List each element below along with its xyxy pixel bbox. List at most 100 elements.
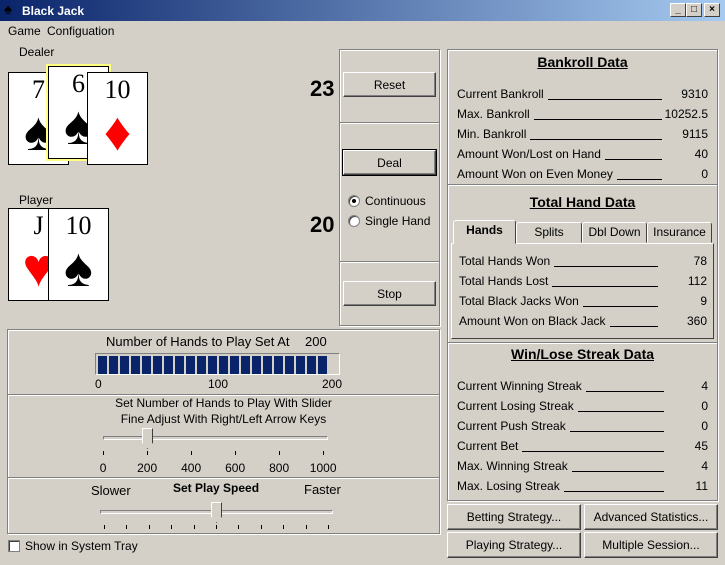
slider-tick-label: 800 <box>269 461 290 475</box>
continuous-radio[interactable] <box>348 195 360 207</box>
progress-segment <box>153 356 162 374</box>
continuous-label: Continuous <box>365 194 426 208</box>
progress-segment <box>98 356 107 374</box>
dealer-total: 23 <box>310 76 335 101</box>
progress-segment <box>296 356 305 374</box>
stat-leader-line <box>582 306 658 307</box>
progress-segment <box>208 356 217 374</box>
slider-tick <box>147 451 148 455</box>
slider-tick-label: 1000 <box>309 461 337 475</box>
card-suit-icon: ♠ <box>64 238 93 298</box>
progress-segment <box>263 356 272 374</box>
single-hand-label: Single Hand <box>365 214 431 228</box>
stop-button[interactable]: Stop <box>343 281 436 306</box>
stat-leader-line <box>554 266 658 267</box>
stat-leader-line <box>522 451 664 452</box>
hands-progress-bar <box>95 353 340 375</box>
reset-button[interactable]: Reset <box>343 72 436 97</box>
tab-insurance[interactable]: Insurance <box>647 222 712 243</box>
slider-tick <box>191 451 192 455</box>
progress-segment <box>175 356 184 374</box>
minimize-button[interactable]: _ <box>670 3 686 17</box>
stat-label: Amount Won on Black Jack <box>459 314 606 328</box>
stat-label: Current Push Streak <box>457 419 566 433</box>
stat-label: Max. Losing Streak <box>457 479 560 493</box>
stat-label: Current Losing Streak <box>457 399 574 413</box>
close-button[interactable]: × <box>704 3 720 17</box>
progress-segment <box>120 356 129 374</box>
slider-tick <box>103 451 104 455</box>
stat-label: Min. Bankroll <box>457 127 527 141</box>
hands-value: 200 <box>305 334 327 349</box>
streak-title: Win/Lose Streak Data <box>510 346 655 362</box>
slider-tick <box>235 451 236 455</box>
stat-leader-line <box>577 411 664 412</box>
betting-strategy-button[interactable]: Betting Strategy... <box>447 504 581 530</box>
stat-leader-line <box>569 431 664 432</box>
system-tray-checkbox[interactable] <box>8 540 20 552</box>
progress-segment <box>131 356 140 374</box>
slider-tick <box>238 525 240 529</box>
progress-segment <box>318 356 327 374</box>
stat-leader-line <box>533 119 662 120</box>
stat-leader-line <box>530 139 662 140</box>
stat-label: Current Bankroll <box>457 87 544 101</box>
card-rank: 10 <box>104 75 131 104</box>
slider-tick <box>104 525 105 529</box>
slider-tick <box>216 525 217 529</box>
player-label: Player <box>19 193 54 207</box>
slider-tick <box>171 525 173 529</box>
progress-segment <box>285 356 294 374</box>
multiple-session-button[interactable]: Multiple Session... <box>584 532 718 558</box>
slider-tick <box>328 525 329 529</box>
title-bar[interactable]: ♠ Black Jack _ □ × <box>0 0 725 21</box>
slider-tick <box>148 525 150 529</box>
progress-segment <box>142 356 151 374</box>
tab-dbl-down[interactable]: Dbl Down <box>582 222 647 243</box>
stat-label: Total Hands Lost <box>459 274 549 288</box>
menu-bar: Game Configuation <box>0 21 725 41</box>
slider-tick <box>283 525 285 529</box>
advanced-statistics-button[interactable]: Advanced Statistics... <box>584 504 718 530</box>
player-total: 20 <box>310 212 335 237</box>
slider-tick-label: 200 <box>137 461 158 475</box>
progress-mid-label: 100 <box>208 377 229 391</box>
tab-splits[interactable]: Splits <box>516 222 582 243</box>
dealer-label: Dealer <box>19 45 55 59</box>
stat-label: Amount Won/Lost on Hand <box>457 147 601 161</box>
playing-card: 10 ♠ <box>48 208 109 301</box>
system-tray-label: Show in System Tray <box>25 539 138 553</box>
maximize-button[interactable]: □ <box>686 3 702 17</box>
slider-tick <box>305 525 307 529</box>
stat-label: Total Black Jacks Won <box>459 294 579 308</box>
slider-instruction-2: Fine Adjust With Right/Left Arrow Keys <box>120 412 327 426</box>
menu-configuration[interactable]: Configuation <box>47 24 114 38</box>
stat-leader-line <box>604 159 662 160</box>
menu-game[interactable]: Game <box>8 24 41 38</box>
tab-hands[interactable]: Hands <box>453 220 516 244</box>
progress-segment <box>219 356 228 374</box>
app-spade-icon: ♠ <box>4 1 12 18</box>
single-hand-radio[interactable] <box>348 215 360 227</box>
progress-segment <box>307 356 316 374</box>
speed-title: Set Play Speed <box>173 481 260 495</box>
slider-tick <box>260 525 262 529</box>
deal-button[interactable]: Deal <box>342 149 437 176</box>
progress-segment <box>274 356 283 374</box>
window-title: Black Jack <box>22 4 85 18</box>
progress-segment <box>186 356 195 374</box>
hands-slider-track[interactable] <box>103 436 328 440</box>
stat-label: Current Bet <box>457 439 519 453</box>
card-suit-icon: ♦ <box>103 102 132 162</box>
slider-instruction-1: Set Number of Hands to Play With Slider <box>115 396 332 410</box>
stat-label: Amount Won on Even Money <box>457 167 613 181</box>
slider-tick-label: 400 <box>181 461 202 475</box>
stat-label: Total Hands Won <box>459 254 551 268</box>
progress-segment <box>252 356 261 374</box>
playing-strategy-button[interactable]: Playing Strategy... <box>447 532 581 558</box>
progress-segment <box>197 356 206 374</box>
stat-leader-line <box>552 286 658 287</box>
stat-leader-line <box>547 99 662 100</box>
progress-segment <box>164 356 173 374</box>
slider-tick <box>126 525 128 529</box>
